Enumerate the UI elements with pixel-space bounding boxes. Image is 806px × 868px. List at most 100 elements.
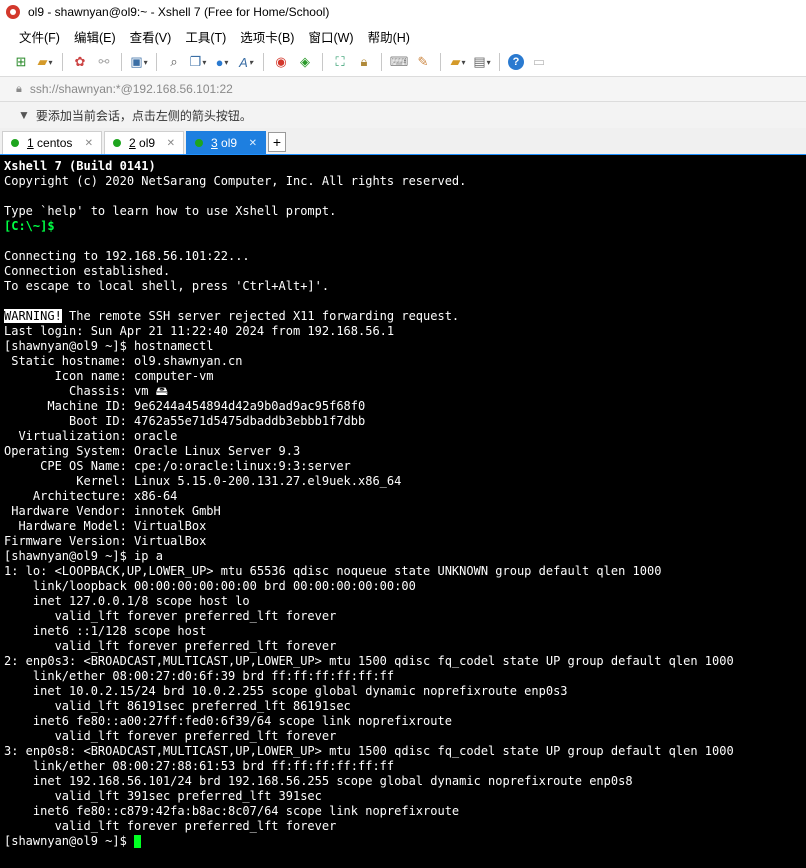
add-tab-button[interactable]: + (268, 132, 286, 152)
window-title: ol9 - shawnyan@ol9:~ - Xshell 7 (Free fo… (28, 5, 330, 19)
reconnect-icon[interactable]: ✿ (71, 53, 89, 71)
terminal-line: inet6 ::1/128 scope host (4, 624, 207, 638)
hint-text: 要添加当前会话，点击左侧的箭头按钮。 (35, 108, 252, 123)
find-icon[interactable]: ⌕ (165, 53, 183, 71)
help-icon[interactable]: ? (508, 54, 524, 70)
toolbar: ⊞ ▰ ✿ ⚯ ▣ ⌕ ❐ ● A ◉ ◈ ⛶ 🔒︎ ⌨ ✎ ▰ ▤ ? ▭ (0, 48, 806, 76)
open-folder-icon[interactable]: ▰ (36, 53, 54, 71)
menu-tools[interactable]: 工具(T) (180, 27, 231, 46)
xshell-icon[interactable]: ◉ (272, 53, 290, 71)
toolbar-separator (263, 53, 264, 71)
address-text: ssh://shawnyan:*@192.168.56.101:22 (29, 82, 233, 96)
tab-ol9-3[interactable]: 3 ol9 ✕ (186, 131, 266, 154)
terminal-line: inet 10.0.2.15/24 brd 10.0.2.255 scope g… (4, 684, 568, 698)
terminal-line: Operating System: Oracle Linux Server 9.… (4, 444, 301, 458)
terminal-line: Architecture: x86-64 (4, 489, 178, 503)
menu-view[interactable]: 查看(V) (125, 27, 177, 46)
toolbar-separator (499, 53, 500, 71)
terminal-line: [shawnyan@ol9 ~]$ ip a (4, 549, 163, 563)
terminal-line: valid_lft 391sec preferred_lft 391sec (4, 789, 322, 803)
toolbar-separator (62, 53, 63, 71)
tab-label: centos (37, 136, 73, 150)
local-prompt: [C:\~]$ (4, 219, 55, 233)
close-icon[interactable]: ✕ (85, 138, 93, 149)
copy-icon[interactable]: ❐ (189, 53, 207, 71)
menu-help[interactable]: 帮助(H) (363, 27, 415, 46)
terminal-blank (0, 189, 806, 204)
tab-bar: 1 centos ✕ 2 ol9 ✕ 3 ol9 ✕ + (0, 128, 806, 156)
status-dot (11, 139, 19, 147)
comment-icon[interactable]: ▭ (530, 53, 548, 71)
menu-bar: 文件(F) 编辑(E) 查看(V) 工具(T) 选项卡(B) 窗口(W) 帮助(… (0, 24, 806, 48)
terminal-line: link/loopback 00:00:00:00:00:00 brd 00:0… (4, 579, 416, 593)
toolbar-separator (156, 53, 157, 71)
terminal-cursor (134, 835, 142, 848)
new-tab-icon[interactable]: ▰ (449, 53, 467, 71)
terminal-line: link/ether 08:00:27:88:61:53 brd ff:ff:f… (4, 759, 395, 773)
tab-number: 1 (27, 136, 34, 150)
terminal-blank (0, 294, 806, 309)
menu-window[interactable]: 窗口(W) (303, 27, 358, 46)
terminal-banner: Xshell 7 (Build 0141) (4, 159, 156, 173)
keyboard-icon[interactable]: ⌨ (390, 53, 409, 71)
tab-number: 2 (129, 136, 136, 150)
xshell-logo-icon (6, 5, 20, 19)
title-bar: ol9 - shawnyan@ol9:~ - Xshell 7 (Free fo… (0, 0, 806, 24)
terminal-connecting: Connecting to 192.168.56.101:22... (4, 249, 250, 263)
address-bar[interactable]: 🔒︎ ssh://shawnyan:*@192.168.56.101:22 (0, 76, 806, 102)
lock-icon[interactable]: 🔒︎ (355, 53, 373, 71)
tab-ol9-2[interactable]: 2 ol9 ✕ (104, 131, 184, 154)
fullscreen-icon[interactable]: ⛶ (331, 53, 349, 71)
terminal-line: Firmware Version: VirtualBox (4, 534, 207, 548)
terminal-line: valid_lft forever preferred_lft forever (4, 729, 337, 743)
tab-centos[interactable]: 1 centos ✕ (2, 131, 102, 154)
terminal-help: Type `help' to learn how to use Xshell p… (4, 204, 337, 218)
terminal-line: inet 127.0.0.1/8 scope host lo (4, 594, 250, 608)
terminal-line: 2: enp0s3: <BROADCAST,MULTICAST,UP,LOWER… (4, 654, 734, 668)
disconnect-icon[interactable]: ⚯ (95, 53, 113, 71)
menu-edit[interactable]: 编辑(E) (69, 27, 121, 46)
toolbar-separator (121, 53, 122, 71)
font-icon[interactable]: A (237, 53, 255, 71)
menu-file[interactable]: 文件(F) (14, 27, 65, 46)
terminal-line: Static hostname: ol9.shawnyan.cn (4, 354, 243, 368)
tab-label: ol9 (221, 136, 238, 150)
layout-icon[interactable]: ▤ (473, 53, 491, 71)
highlight-icon[interactable]: ✎ (414, 53, 432, 71)
terminal-line: Hardware Model: VirtualBox (4, 519, 207, 533)
terminal-established: Connection established. (4, 264, 171, 278)
tab-label: ol9 (139, 136, 156, 150)
xftp-icon[interactable]: ◈ (296, 53, 314, 71)
terminal-escape: To escape to local shell, press 'Ctrl+Al… (4, 279, 330, 293)
status-dot (195, 139, 203, 147)
toolbar-separator (440, 53, 441, 71)
status-dot (113, 139, 121, 147)
terminal-warning: WARNING! The remote SSH server rejected … (0, 309, 806, 324)
terminal-line: inet6 fe80::a00:27ff:fed0:6f39/64 scope … (4, 714, 452, 728)
new-session-icon[interactable]: ⊞ (12, 53, 30, 71)
globe-icon[interactable]: ● (213, 53, 231, 71)
session-hint-bar: ▼ 要添加当前会话，点击左侧的箭头按钮。 (0, 102, 806, 128)
close-icon[interactable]: ✕ (167, 138, 175, 149)
terminal-line: 1: lo: <LOOPBACK,UP,LOWER_UP> mtu 65536 … (4, 564, 662, 578)
lock-icon: 🔒︎ (16, 82, 22, 95)
terminal-line: CPE OS Name: cpe:/o:oracle:linux:9:3:ser… (4, 459, 351, 473)
terminal[interactable]: Xshell 7 (Build 0141) Copyright (c) 2020… (0, 155, 806, 868)
terminal-line: [shawnyan@ol9 ~]$ hostnamectl (4, 339, 214, 353)
bookmark-icon: ▼ (18, 108, 30, 122)
terminal-line: Boot ID: 4762a55e71d5475dbaddb3ebbb1f7db… (4, 414, 366, 428)
prompt-text: [shawnyan@ol9 ~]$ (4, 834, 135, 848)
terminal-line: valid_lft forever preferred_lft forever (4, 819, 337, 833)
terminal-line: Kernel: Linux 5.15.0-200.131.27.el9uek.x… (4, 474, 402, 488)
properties-icon[interactable]: ▣ (130, 53, 148, 71)
menu-tab[interactable]: 选项卡(B) (235, 27, 299, 46)
terminal-line: inet 192.168.56.101/24 brd 192.168.56.25… (4, 774, 633, 788)
warning-tag: WARNING! (4, 309, 62, 323)
warning-text: The remote SSH server rejected X11 forwa… (61, 309, 460, 323)
close-icon[interactable]: ✕ (249, 138, 257, 149)
terminal-line: Chassis: vm 🖴 (4, 384, 168, 398)
terminal-line: valid_lft forever preferred_lft forever (4, 639, 337, 653)
terminal-line: valid_lft forever preferred_lft forever (4, 609, 337, 623)
terminal-line: valid_lft 86191sec preferred_lft 86191se… (4, 699, 351, 713)
terminal-line: Virtualization: oracle (4, 429, 178, 443)
